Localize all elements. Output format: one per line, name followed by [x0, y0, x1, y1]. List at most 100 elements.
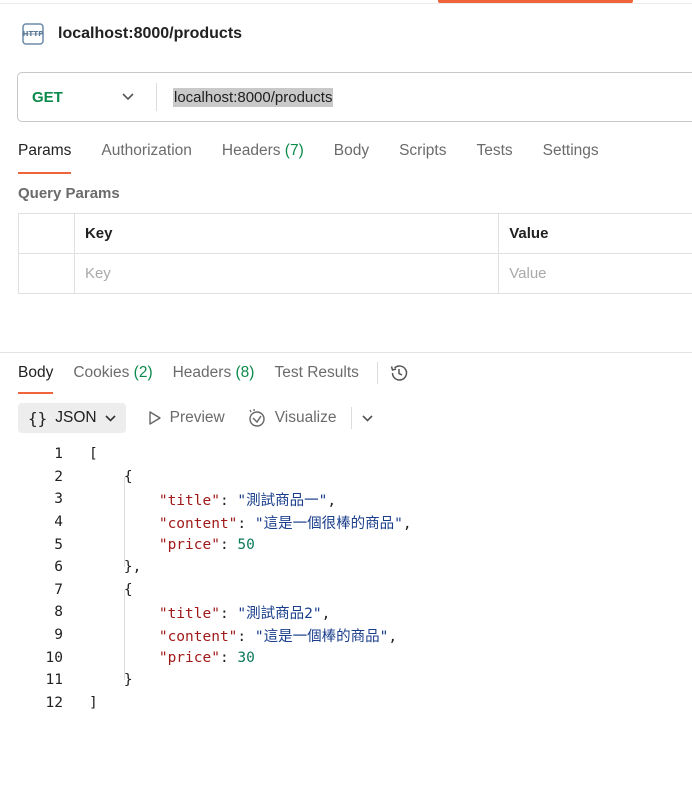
format-separator: [350, 407, 352, 429]
cookies-count: (2): [133, 364, 153, 381]
play-icon: [148, 411, 161, 425]
http-icon: HTTP: [18, 19, 48, 49]
code-line: 1[: [0, 443, 412, 466]
format-label: JSON: [55, 409, 97, 426]
tab-settings[interactable]: Settings: [543, 142, 599, 174]
url-bar: GET localhost:8000/products: [17, 72, 692, 122]
code-text: "title": "測試商品一",: [158, 492, 337, 509]
chevron-down-icon: [105, 414, 116, 422]
checkbox-column-header: [18, 213, 75, 254]
method-label: GET: [32, 88, 63, 106]
tab-scripts[interactable]: Scripts: [399, 142, 446, 174]
code-line: 12]: [0, 692, 412, 715]
response-tab-body[interactable]: Body: [18, 362, 54, 394]
url-input[interactable]: localhost:8000/products: [173, 87, 334, 107]
code-text: },: [89, 559, 142, 576]
tab-body[interactable]: Body: [334, 142, 369, 174]
visualize-menu-button[interactable]: [361, 414, 373, 422]
response-tabs: Body Cookies (2) Headers (8) Test Result…: [18, 362, 410, 394]
response-format-bar: {} JSON Preview Visualize: [18, 403, 373, 433]
url-divider: [156, 83, 157, 111]
key-column-header: Key: [73, 213, 500, 254]
response-tab-test-results[interactable]: Test Results: [274, 362, 358, 394]
tab-label: Params: [18, 142, 72, 159]
line-number: 7: [54, 581, 63, 598]
code-line: 6 },: [0, 556, 412, 579]
code-line: 11 }: [0, 669, 412, 692]
request-tabs: Params Authorization Headers (7) Body Sc…: [18, 142, 629, 174]
line-number: 4: [54, 514, 63, 531]
tab-tests[interactable]: Tests: [476, 142, 512, 174]
request-header: HTTP localhost:8000/products: [18, 18, 242, 50]
query-params-title: Query Params: [18, 185, 120, 202]
row-checkbox-cell: [18, 253, 75, 294]
tab-label: Settings: [542, 142, 599, 159]
tab-label: Body: [333, 142, 370, 159]
code-line: 7 {: [0, 579, 412, 602]
line-number: 5: [54, 536, 63, 553]
code-line: 10 "price": 30: [0, 646, 412, 669]
code-text: "content": "這是一個很棒的商品",: [158, 515, 412, 532]
tab-label: Cookies: [73, 364, 130, 381]
table-header-row: Key Value: [18, 213, 692, 254]
braces-icon: {}: [28, 408, 48, 428]
tab-label: Body: [18, 364, 54, 381]
response-body-editor[interactable]: 1[2 {3 "title": "測試商品一", 4 "content": "這是…: [0, 443, 412, 714]
response-headers-count: (8): [235, 364, 255, 381]
tab-label: Tests: [476, 142, 513, 159]
tab-label: Authorization: [101, 142, 192, 159]
value-input[interactable]: Value: [498, 253, 692, 294]
line-number: 9: [54, 627, 63, 644]
tab-label: Headers: [172, 364, 232, 381]
chevron-down-icon: [361, 414, 373, 422]
code-text: ]: [89, 694, 98, 711]
code-line: 3 "title": "測試商品一",: [0, 488, 412, 511]
code-text: "title": "測試商品2",: [158, 605, 331, 622]
code-line: 8 "title": "測試商品2",: [0, 601, 412, 624]
history-icon[interactable]: [388, 362, 410, 384]
line-number: 2: [54, 468, 63, 485]
code-text: {: [89, 581, 133, 598]
response-tab-headers[interactable]: Headers (8): [173, 362, 255, 394]
code-text: {: [89, 468, 133, 485]
tab-authorization[interactable]: Authorization: [101, 142, 191, 174]
chevron-down-icon: [122, 93, 134, 101]
code-line: 2 {: [0, 466, 412, 489]
code-text: "content": "這是一個棒的商品",: [158, 628, 398, 645]
line-number: 10: [45, 649, 63, 666]
key-input[interactable]: Key: [73, 253, 500, 294]
tab-params[interactable]: Params: [18, 142, 72, 174]
tab-label: Headers: [221, 142, 281, 159]
table-row: Key Value: [18, 253, 692, 294]
code-line: 9 "content": "這是一個棒的商品",: [0, 624, 412, 647]
value-column-header: Value: [498, 213, 692, 254]
format-dropdown[interactable]: {} JSON: [18, 403, 126, 433]
code-line: 4 "content": "這是一個很棒的商品",: [0, 511, 412, 534]
response-divider[interactable]: [0, 352, 692, 353]
preview-button[interactable]: Preview: [148, 409, 225, 427]
preview-label: Preview: [169, 409, 225, 426]
line-number: 3: [54, 491, 63, 508]
method-selector[interactable]: GET: [18, 89, 156, 106]
query-params-table: Key Value Key Value: [18, 213, 692, 294]
visualize-icon: [249, 409, 265, 427]
line-number: 1: [54, 446, 63, 463]
top-border: [0, 3, 692, 4]
visualize-button[interactable]: Visualize: [247, 408, 337, 428]
tab-headers[interactable]: Headers (7): [222, 142, 304, 174]
code-text: }: [89, 672, 133, 689]
code-text: "price": 30: [158, 649, 255, 666]
tab-separator: [376, 362, 378, 384]
code-line: 5 "price": 50: [0, 533, 412, 556]
request-title[interactable]: localhost:8000/products: [58, 25, 242, 43]
line-number: 8: [54, 604, 63, 621]
line-number: 11: [45, 672, 63, 689]
tab-label: Test Results: [274, 364, 359, 381]
tab-label: Scripts: [399, 142, 447, 159]
visualize-label: Visualize: [274, 409, 337, 426]
line-number: 6: [54, 559, 63, 576]
line-number: 12: [45, 694, 63, 711]
code-text: [: [89, 446, 98, 463]
response-tab-cookies[interactable]: Cookies (2): [73, 362, 152, 394]
code-text: "price": 50: [158, 536, 255, 553]
